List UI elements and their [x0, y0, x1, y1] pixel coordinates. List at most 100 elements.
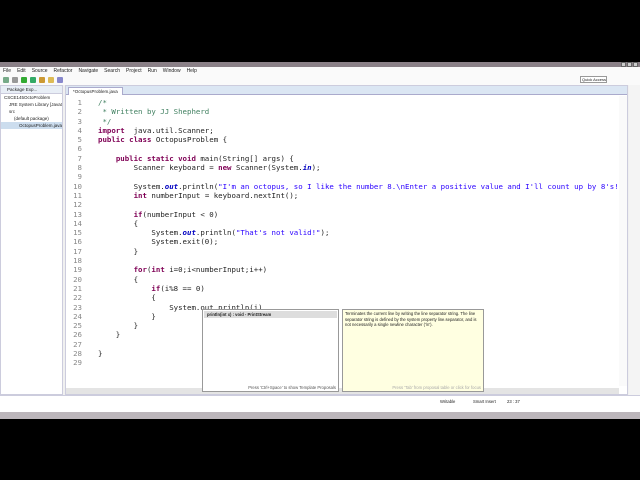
debug-icon[interactable]: [30, 77, 36, 83]
menu-source[interactable]: Source: [32, 68, 48, 74]
content-assist-popup: println(int x) : void - PrintStream Pres…: [202, 309, 339, 392]
line-number: 2: [77, 107, 82, 117]
line-number: 19: [73, 265, 82, 275]
code-line: 10 System.out.println("I'm an octopus, s…: [66, 182, 619, 191]
assist-footer: Press 'Ctrl+Space' to show Template Prop…: [248, 385, 336, 390]
save-icon[interactable]: [12, 77, 18, 83]
open-folder-icon[interactable]: [48, 77, 54, 83]
menu-search[interactable]: Search: [104, 68, 120, 74]
minimize-button[interactable]: [621, 62, 626, 67]
code-token: if: [151, 283, 161, 293]
code-line: 9: [66, 172, 619, 181]
line-number: 20: [73, 274, 82, 284]
code-line: 14 {: [66, 219, 619, 228]
menu-project[interactable]: Project: [126, 68, 142, 74]
code-line: 18: [66, 256, 619, 265]
line-number: 6: [77, 144, 82, 154]
code-token: (i%8 == 0): [160, 283, 205, 293]
run-icon[interactable]: [21, 77, 27, 83]
overview-ruler: [619, 96, 627, 386]
code-line: 6: [66, 144, 619, 153]
code-line: 12: [66, 200, 619, 209]
code-token: "That's not valid!": [235, 228, 321, 238]
line-number: 28: [73, 349, 82, 359]
code-token: java.util.Scanner;: [124, 125, 214, 135]
maximize-button[interactable]: [627, 62, 632, 67]
editor-tab-octopusproblem[interactable]: *OctopusProblem.java: [68, 87, 123, 95]
tree-item[interactable]: OctopusProblem.java: [1, 122, 62, 129]
line-number: 12: [73, 200, 82, 210]
menu-navigate[interactable]: Navigate: [78, 68, 98, 74]
code-token: int: [133, 190, 147, 200]
code-token: main(String[] args) {: [195, 153, 294, 163]
code-token: .println(: [178, 181, 219, 191]
code-token: public class: [98, 135, 152, 145]
javadoc-text: Terminates the current line by writing t…: [345, 311, 477, 327]
line-number: 8: [77, 163, 82, 173]
status-bar: Writable Smart Insert 23 : 37: [0, 395, 640, 412]
line-number: 16: [73, 237, 82, 247]
code-token: out: [182, 228, 196, 238]
code-token: import: [98, 125, 125, 135]
code-line: 11 int numberInput = keyboard.nextInt();: [66, 191, 619, 200]
menu-file[interactable]: File: [3, 68, 11, 74]
code-token: /*: [98, 98, 107, 107]
code-line: 21 if(i%8 == 0): [66, 284, 619, 293]
close-button[interactable]: [633, 62, 638, 67]
code-token: "I'm an octopus, so I like the number 8.…: [218, 181, 619, 191]
quick-access-input[interactable]: Quick Access: [580, 76, 607, 83]
line-number: 21: [73, 283, 82, 293]
code-token: for: [133, 265, 147, 275]
code-token: out: [164, 181, 179, 191]
code-token: in: [302, 163, 312, 173]
code-token: }: [98, 349, 103, 359]
code-line: 5 public class OctopusProblem {: [66, 135, 619, 144]
line-number: 23: [73, 302, 82, 312]
code-token: {: [98, 293, 156, 303]
project-tree: CSCE145OctoProblem JRE System Library [Ja…: [1, 94, 62, 129]
package-icon[interactable]: [39, 77, 45, 83]
line-number: 3: [77, 116, 82, 126]
javadoc-footer: Press 'Tab' from proposal table or click…: [392, 384, 481, 390]
code-token: {: [98, 218, 139, 228]
menu-edit[interactable]: Edit: [17, 68, 26, 74]
tree-item[interactable]: CSCE145OctoProblem: [1, 94, 62, 101]
tree-item[interactable]: src: [1, 108, 62, 115]
menu-run[interactable]: Run: [148, 68, 157, 74]
menu-window[interactable]: Window: [163, 68, 181, 74]
new-icon[interactable]: [3, 77, 9, 83]
code-line: 7 public static void main(String[] args)…: [66, 154, 619, 163]
code-token: }: [98, 330, 121, 340]
code-token: i=0;i<numberInput;i++): [164, 265, 268, 275]
code-token: );: [320, 228, 330, 238]
line-number: 5: [77, 135, 82, 145]
package-explorer-tab[interactable]: Package Exp...: [1, 86, 62, 94]
code-token: .println(: [195, 228, 236, 238]
menu-help[interactable]: Help: [187, 68, 197, 74]
proposal-println[interactable]: println(int x) : void - PrintStream: [204, 311, 337, 318]
bottom-bar: [0, 412, 640, 419]
line-number: 17: [73, 246, 82, 256]
code-line: 4 import java.util.Scanner;: [66, 126, 619, 135]
code-line: 17 }: [66, 247, 619, 256]
line-number: 22: [73, 293, 82, 303]
package-explorer: Package Exp... CSCE145OctoProblem JRE Sys…: [0, 85, 63, 395]
menu-refactor[interactable]: Refactor: [54, 68, 73, 74]
tree-item[interactable]: JRE System Library [JavaSE]: [1, 101, 62, 108]
javadoc-popup: Terminates the current line by writing t…: [342, 309, 484, 392]
tree-item[interactable]: (default package): [1, 115, 62, 122]
line-number: 11: [73, 190, 82, 200]
line-number: 24: [73, 311, 82, 321]
code-token: );: [311, 163, 321, 173]
code-token: Scanner(System.: [231, 163, 303, 173]
code-token: }: [98, 321, 139, 331]
search-icon[interactable]: [57, 77, 63, 83]
line-number: 10: [73, 181, 82, 191]
code-token: * Written by JJ Shepherd: [98, 107, 210, 117]
code-token: */: [98, 116, 112, 126]
code-token: OctopusProblem {: [151, 135, 228, 145]
title-bar: [0, 62, 640, 67]
